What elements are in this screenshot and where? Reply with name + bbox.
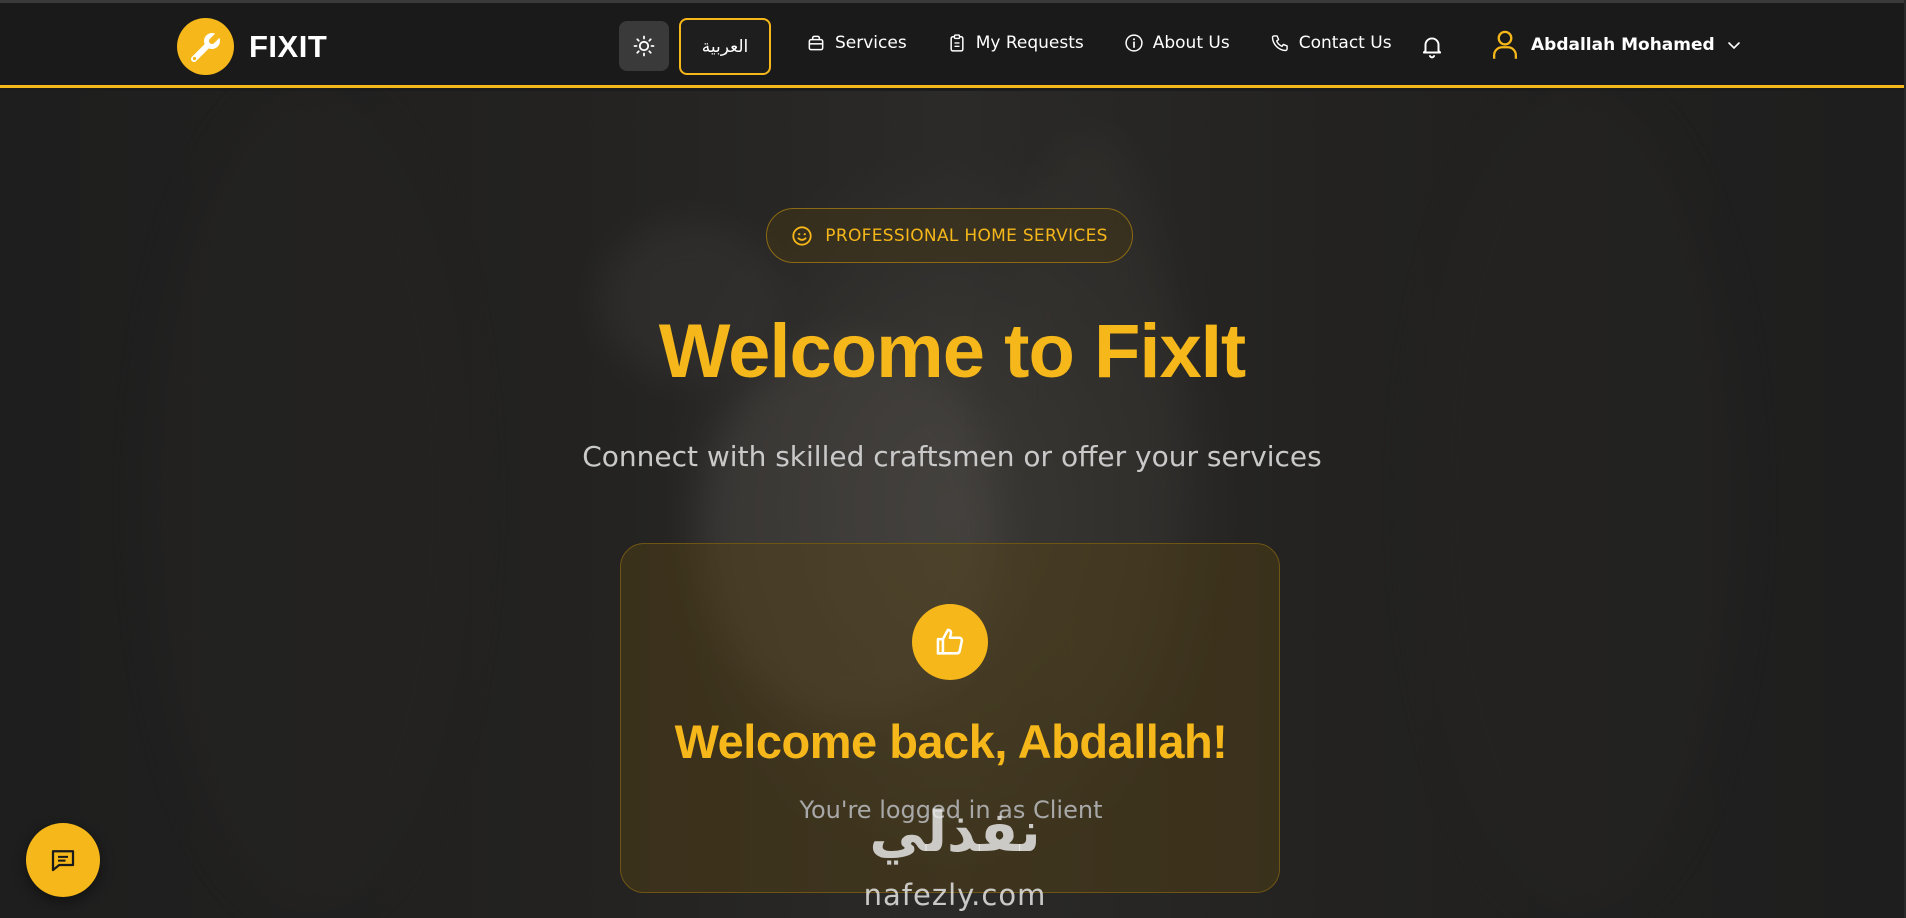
nav-link-about-us[interactable]: About Us [1124,33,1230,53]
nav-link-services[interactable]: Services [806,33,907,53]
welcome-card-title: Welcome back, Abdallah! [674,715,1228,768]
nav-link-label: My Requests [975,33,1084,53]
chevron-down-icon [1727,42,1740,50]
bell-icon [1422,37,1442,59]
hero-photo-shape [1420,91,1740,911]
user-menu[interactable]: Abdallah Mohamed [1491,29,1741,61]
user-icon [1493,30,1517,59]
page: PROFESSIONAL HOME SERVICES Welcome to Fi… [0,0,1906,918]
nav-link-label: About Us [1152,33,1230,53]
nav-link-label: Contact Us [1298,33,1392,53]
hero-title: Welcome to FixIt [658,309,1246,394]
info-icon [1125,34,1143,52]
hero-badge: PROFESSIONAL HOME SERVICES [766,208,1133,263]
hero-subtitle: Connect with skilled craftsmen or offer … [582,440,1322,473]
smile-icon [792,225,812,246]
sun-icon [633,35,655,57]
wrench-icon [177,18,234,75]
brand-logo[interactable]: FIXIT [177,18,327,75]
user-name: Abdallah Mohamed [1531,35,1715,55]
watermark-url: nafezly.com [863,878,1047,912]
theme-toggle-button[interactable] [619,21,669,71]
nav-link-label: Services [835,33,907,53]
chat-button[interactable] [26,823,100,897]
bag-icon [808,35,824,51]
brand-name: FIXIT [249,28,328,64]
language-toggle-button[interactable]: العربية [679,18,771,75]
nav-link-contact-us[interactable]: Contact Us [1270,33,1392,53]
phone-icon [1271,35,1288,52]
hero-badge-label: PROFESSIONAL HOME SERVICES [825,225,1108,246]
notifications-button[interactable] [1419,33,1445,63]
watermark-arabic: نفذلي [869,800,1041,865]
nav-link-my-requests[interactable]: My Requests [947,33,1084,53]
main-nav: Services My Requests About Us Contact Us [806,33,1432,53]
chat-icon [51,850,75,872]
thumbs-up-badge [912,604,988,680]
top-navbar: FIXIT العربية Services My Requests About… [0,0,1904,88]
clipboard-icon [950,34,964,52]
thumbs-up-icon [936,628,964,655]
hero-photo-shape [150,91,470,911]
